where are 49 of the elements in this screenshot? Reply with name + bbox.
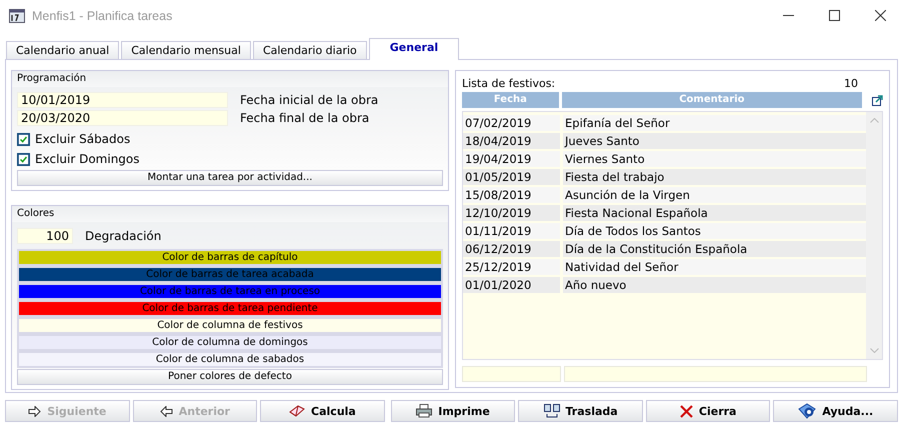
- table-cell: 18/04/2019: [463, 133, 560, 149]
- table-cell: Natividad del Señor: [563, 259, 866, 275]
- field-label: Degradación: [85, 229, 162, 243]
- action-button[interactable]: Calcula: [260, 400, 385, 422]
- table-cell: Viernes Santo: [563, 151, 866, 167]
- table-cell: Epifanía del Señor: [563, 115, 866, 131]
- table-cell: Día de Todos los Santos: [563, 223, 866, 239]
- holiday-count: 10: [844, 76, 858, 90]
- mount-task-button[interactable]: Montar una tarea por actividad...: [17, 170, 443, 186]
- table-cell: 01/11/2019: [463, 223, 560, 239]
- default-colors-button[interactable]: Poner colores de defecto: [17, 369, 443, 385]
- table-cell: 06/12/2019: [463, 241, 560, 257]
- action-button[interactable]: Traslada: [518, 400, 643, 422]
- table-cell: Fiesta del trabajo: [563, 169, 866, 185]
- color-button[interactable]: Color de columna de sabados: [17, 351, 443, 368]
- checkbox-label: Excluir Domingos: [35, 152, 140, 166]
- table-cell: 07/02/2019: [463, 115, 560, 131]
- panel-title: Colores: [12, 206, 448, 222]
- field-label: Fecha final de la obra: [240, 111, 370, 125]
- table-cell: 01/05/2019: [463, 169, 560, 185]
- panel-title: Programación: [12, 71, 448, 87]
- table-cell: 19/04/2019: [463, 151, 560, 167]
- action-button[interactable]: Cierra: [646, 400, 770, 422]
- table-cell: Fiesta Nacional Española: [563, 205, 866, 221]
- table-cell: 12/10/2019: [463, 205, 560, 221]
- date-field[interactable]: 10/01/2019: [17, 92, 228, 108]
- color-button[interactable]: Color de barras de capítulo: [17, 249, 443, 266]
- table-cell: 01/01/2020: [463, 277, 560, 293]
- action-button[interactable]: Ayuda...: [773, 400, 898, 422]
- table-cell: 15/08/2019: [463, 187, 560, 203]
- tab[interactable]: General: [368, 38, 460, 60]
- table-cell: Jueves Santo: [563, 133, 866, 149]
- action-button[interactable]: Imprime: [390, 400, 516, 422]
- tab[interactable]: Calendario mensual: [121, 41, 251, 59]
- gradient-field[interactable]: 100: [17, 228, 73, 244]
- table-cell: 25/12/2019: [463, 259, 560, 275]
- table-cell: Día de la Constitución Española: [563, 241, 866, 257]
- table-cell: Asunción de la Virgen: [563, 187, 866, 203]
- tab[interactable]: Calendario diario: [252, 41, 367, 59]
- date-field[interactable]: 20/03/2020: [17, 110, 228, 126]
- color-button[interactable]: Color de columna de festivos: [17, 317, 443, 334]
- color-button[interactable]: Color de barras de tarea pendiente: [17, 300, 443, 317]
- list-title: Lista de festivos:: [462, 76, 556, 90]
- window-title: Menfis1 - Planifica tareas: [32, 8, 172, 22]
- field-label: Fecha inicial de la obra: [240, 93, 378, 107]
- tab[interactable]: Calendario anual: [6, 41, 120, 59]
- table-cell: Año nuevo: [563, 277, 866, 293]
- color-button[interactable]: Color de columna de domingos: [17, 334, 443, 351]
- checkbox-label: Excluir Sábados: [35, 132, 130, 146]
